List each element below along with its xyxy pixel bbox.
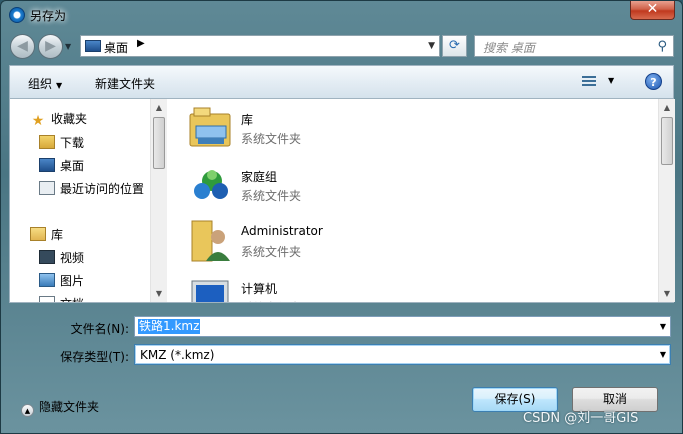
sidebar-item-desktop[interactable]: 桌面 [39,157,84,175]
hide-folders-label: 隐藏文件夹 [39,400,100,414]
sidebar-item-label: 收藏夹 [51,112,88,126]
refresh-button[interactable]: ⟳ [442,35,467,57]
sidebar-item-label: 下载 [60,136,85,150]
download-folder-icon [39,135,55,149]
filetype-select[interactable]: KMZ (*.kmz) ▼ [134,344,671,365]
chevron-down-icon: ▼ [56,81,63,90]
search-placeholder: 搜索 桌面 [483,41,535,55]
arrow-left-icon: ◀ [17,38,28,54]
sidebar-item-videos[interactable]: 视频 [39,249,84,267]
save-as-dialog: 另存为 ✕ ◀ ▶ ▼ 桌面 ▶ ▼ ⟳ 搜索 桌面 ⚲ 组织 ▼ 新建文件夹 ▼… [0,0,683,434]
document-library-icon [39,296,55,302]
help-button[interactable]: ? [645,73,662,90]
filename-value[interactable]: 铁路1.kmz [138,319,201,334]
filetype-value[interactable]: KMZ (*.kmz) [140,348,214,362]
chevron-down-icon[interactable]: ▼ [660,322,666,331]
navigation-pane: ★ 收藏夹 下载 桌面 最近访问的位置 库 视频 图片 文档 [10,99,167,302]
user-folder-icon [191,220,230,262]
list-item[interactable]: 库 系统文件夹 [188,104,488,154]
library-icon [30,227,46,241]
navigation-bar: ◀ ▶ ▼ 桌面 ▶ ▼ ⟳ 搜索 桌面 ⚲ [1,29,682,63]
back-button[interactable]: ◀ [10,34,35,59]
chevron-up-icon: ▲ [21,404,34,417]
star-icon: ★ [31,113,45,129]
browser-area: ★ 收藏夹 下载 桌面 最近访问的位置 库 视频 图片 文档 [9,98,675,303]
scroll-down-icon[interactable]: ▼ [659,285,675,302]
navigation-pane-scrollbar[interactable]: ▲ ▼ [150,99,167,302]
hide-folders-button[interactable]: ▲ 隐藏文件夹 [21,398,99,417]
scroll-down-icon[interactable]: ▼ [151,285,167,302]
sidebar-item-label: 最近访问的位置 [60,182,145,196]
chevron-down-icon[interactable]: ▼ [660,350,666,359]
computer-icon [191,280,229,302]
list-item[interactable]: Administrator 系统文件夹 [188,217,488,267]
sidebar-item-label: 文档 [60,297,84,302]
sidebar-item-recent-places[interactable]: 最近访问的位置 [39,180,144,198]
breadcrumb-chevron-icon[interactable]: ▶ [137,38,145,49]
file-name: 家庭组 [241,170,278,184]
title-bar: 另存为 ✕ [1,1,682,29]
scroll-up-icon[interactable]: ▲ [151,99,167,116]
file-type: 系统文件夹 [241,245,302,259]
picture-library-icon [39,273,55,287]
refresh-icon: ⟳ [449,38,460,53]
file-type: 系统文件夹 [241,132,302,146]
desktop-icon [85,40,101,52]
close-button[interactable]: ✕ [630,1,675,20]
watermark: CSDN @刘一哥GIS [523,411,639,426]
file-name: Administrator [241,224,323,238]
address-location[interactable]: 桌面 [104,39,128,56]
command-toolbar: 组织 ▼ 新建文件夹 ▼ ? [9,65,674,98]
sidebar-item-label: 桌面 [60,159,85,173]
organize-menu-button[interactable]: 组织 ▼ [28,75,62,92]
view-dropdown-icon[interactable]: ▼ [608,76,614,85]
file-type: 系统文件夹 [241,189,302,203]
file-list: 库 系统文件夹 家庭组 系统文件夹 Administrator 系统文件夹 计算… [168,99,657,302]
forward-button[interactable]: ▶ [38,34,63,59]
recent-places-icon [39,181,55,195]
new-folder-button[interactable]: 新建文件夹 [95,75,155,92]
filename-field[interactable]: 铁路1.kmz ▼ [134,316,671,337]
sidebar-item-label: 图片 [60,274,85,288]
library-icon [189,107,231,147]
sidebar-item-favorites[interactable]: ★ 收藏夹 [30,110,87,128]
window-title: 另存为 [30,9,67,23]
view-options-icon[interactable] [582,74,596,88]
homegroup-icon [194,170,228,199]
list-item[interactable]: 计算机 系统文件夹 [188,273,488,302]
search-icon[interactable]: ⚲ [657,39,667,54]
desktop-icon [39,158,55,172]
scroll-up-icon[interactable]: ▲ [659,99,675,116]
filetype-label: 保存类型(T): [60,350,129,364]
sidebar-item-label: 库 [51,228,64,242]
recent-locations-dropdown[interactable]: ▼ [65,42,71,51]
address-dropdown-icon[interactable]: ▼ [428,41,435,51]
sidebar-item-downloads[interactable]: 下载 [39,134,84,152]
list-item[interactable]: 家庭组 系统文件夹 [188,161,488,211]
file-name: 库 [241,113,254,127]
file-type: 系统文件夹 [241,299,301,302]
file-list-scrollbar[interactable]: ▲ ▼ [658,99,675,302]
video-library-icon [39,250,55,264]
scrollbar-thumb[interactable] [153,117,165,169]
sidebar-item-pictures[interactable]: 图片 [39,272,84,290]
sidebar-item-label: 视频 [60,251,85,265]
address-bar[interactable]: 桌面 ▶ ▼ [80,35,440,57]
sidebar-item-libraries[interactable]: 库 [30,226,63,244]
organize-label: 组织 [28,77,53,91]
file-name: 计算机 [241,282,278,296]
app-icon [9,7,25,23]
sidebar-item-documents[interactable]: 文档 [39,295,84,302]
scrollbar-thumb[interactable] [661,117,673,165]
filename-label: 文件名(N): [70,322,129,336]
search-input[interactable]: 搜索 桌面 ⚲ [474,35,674,57]
arrow-right-icon: ▶ [45,38,56,54]
